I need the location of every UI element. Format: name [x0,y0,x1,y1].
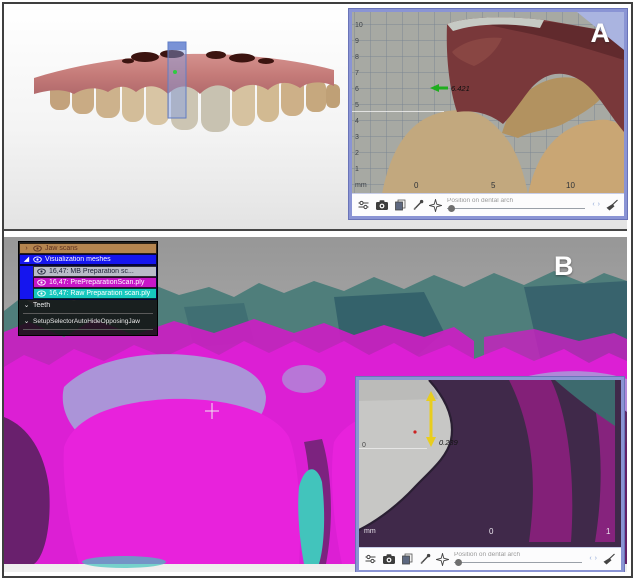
prev-arrow-icon[interactable]: ‹ [592,200,594,210]
layer-row-selector-autohide[interactable]: ⌄ SetupSelectorAutoHideOpposingJaw [19,316,157,327]
eye-icon[interactable] [33,245,42,252]
layer-label: Teeth [33,302,51,309]
section-grid-a[interactable]: 6.421 10 9 8 7 6 5 4 3 2 1 mm 0 5 10 A [352,12,624,194]
inset-a-toolbar: Position on dental arch ‹ › [352,193,624,216]
jaw-scan-3d-view[interactable] [20,30,350,150]
cross-section-inset-b[interactable]: 0.239 0 mm 0 1 Position on dental arch ‹… [356,377,624,572]
y-tick: 9 [355,38,359,45]
y-tick: 6 [355,86,359,93]
position-label: Position on dental arch [447,198,514,204]
next-arrow-icon[interactable]: › [595,554,597,564]
axis-unit-label: mm [355,182,367,189]
figure-frame: 6.421 10 9 8 7 6 5 4 3 2 1 mm 0 5 10 A P… [2,2,633,578]
panel-a-label: A [590,18,611,48]
expander-icon[interactable]: ⌄ [23,302,30,309]
inset-b-toolbar: Position on dental arch ‹ › [359,547,621,570]
position-label: Position on dental arch [454,552,521,558]
layer-row-prepreparation-scan[interactable]: 16,47: PrePreparationScan.ply [33,277,156,288]
position-slider[interactable] [454,559,584,566]
layer-label: SetupSelectorAutoHideOpposingJaw [33,318,140,325]
axis-unit-label: mm [364,528,376,535]
y-tick: 10 [355,22,363,29]
sliders-icon[interactable] [357,199,370,211]
eye-icon[interactable] [37,268,46,275]
measurement-arrow-green [430,84,448,92]
copy-layers-icon[interactable] [394,199,407,211]
layer-row-jaw-scans[interactable]: › Jaw scans [19,243,157,254]
next-arrow-icon[interactable]: › [598,200,600,210]
panel-a-viewport[interactable]: 6.421 10 9 8 7 6 5 4 3 2 1 mm 0 5 10 A P… [4,4,627,231]
panel-b-viewport[interactable]: B › Jaw scans ◢ Visualization meshes 16,… [4,237,627,572]
x-tick: 1 [606,527,611,536]
y-tick: 4 [355,118,359,125]
layer-label: 16,47: PrePreparationScan.ply [49,279,145,286]
measurement-value-a: 6.421 [451,84,470,93]
probe-icon[interactable] [412,199,424,211]
eye-icon[interactable] [37,279,46,286]
measurement-value-b: 0.239 [439,438,458,447]
plane-anchor-dot [173,70,177,74]
x-tick: 0 [414,181,419,190]
brush-icon[interactable] [605,199,619,212]
slider-handle[interactable] [455,559,462,566]
x-tick: 0 [489,527,494,536]
dental-arch-position-control[interactable]: Position on dental arch [447,198,587,212]
expander-icon[interactable]: › [23,245,30,252]
copy-layers-icon[interactable] [401,553,414,565]
star-move-icon[interactable] [429,198,442,212]
layer-label: 16,47: Raw Preparation scan.ply [49,290,151,297]
separator [23,313,153,314]
eye-icon[interactable] [33,256,42,263]
probe-icon[interactable] [419,553,431,565]
expander-icon[interactable]: ⌄ [23,318,30,325]
y-tick: 2 [355,150,359,157]
prev-arrow-icon[interactable]: ‹ [589,554,591,564]
layer-row-raw-preparation-scan[interactable]: 16,47: Raw Preparation scan.ply [33,288,156,299]
sliders-icon[interactable] [364,553,377,565]
section-mesh-b[interactable] [359,380,615,542]
expander-icon[interactable]: ◢ [23,256,30,263]
cross-section-inset-a[interactable]: 6.421 10 9 8 7 6 5 4 3 2 1 mm 0 5 10 A P… [349,9,627,219]
star-move-icon[interactable] [436,552,449,566]
separator [23,329,153,330]
y-tick: 0 [362,442,366,449]
layer-row-teeth[interactable]: ⌄ Teeth [19,300,157,311]
y-tick: 8 [355,54,359,61]
brush-icon[interactable] [602,553,616,566]
y-tick: 7 [355,70,359,77]
y-tick: 5 [355,102,359,109]
x-tick: 5 [491,181,496,190]
slider-handle[interactable] [448,205,455,212]
panel-b-label: B [554,251,574,281]
dental-arch-position-control[interactable]: Position on dental arch [454,552,584,566]
x-tick: 10 [566,181,575,190]
layer-label: Jaw scans [45,245,78,252]
cross-section-plane[interactable] [167,41,187,119]
sectioned-anatomy-mesh [382,12,624,194]
layer-row-mb-preparation[interactable]: 16,47: MB Preparation sc... [33,266,156,277]
y-tick: 3 [355,134,359,141]
camera-icon[interactable] [382,553,396,565]
application-window: 6.421 10 9 8 7 6 5 4 3 2 1 mm 0 5 10 A P… [0,0,635,580]
layer-label: 16,47: MB Preparation sc... [49,268,134,275]
y-tick: 1 [355,166,359,173]
layer-tree-panel: › Jaw scans ◢ Visualization meshes 16,47… [18,241,158,336]
camera-icon[interactable] [375,199,389,211]
eye-icon[interactable] [37,290,46,297]
layer-row-visualization-meshes[interactable]: ◢ Visualization meshes [19,254,157,265]
section-reference-line [352,111,444,112]
position-slider[interactable] [447,205,587,212]
reference-red-dot [413,430,417,434]
visualization-children: 16,47: MB Preparation sc... 16,47: PrePr… [19,265,157,300]
layer-label: Visualization meshes [45,256,111,263]
